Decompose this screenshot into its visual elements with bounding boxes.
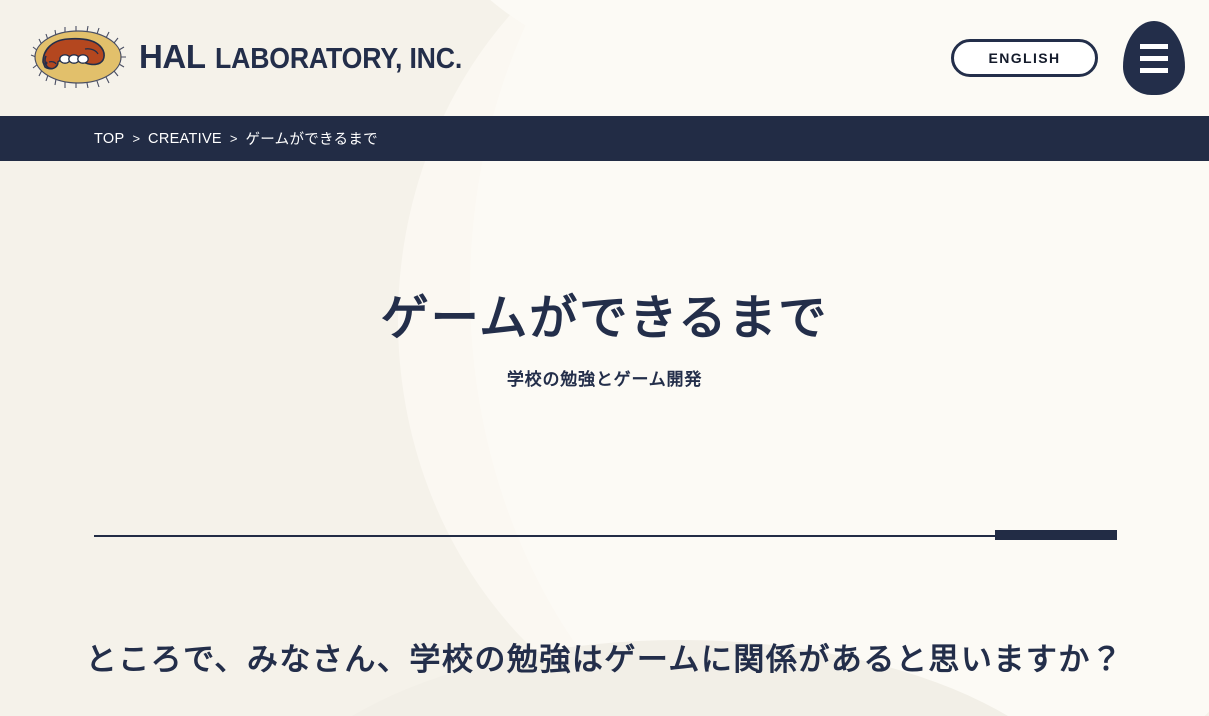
hamburger-menu-icon-bar-1 [1140,43,1168,49]
page-root: HAL LABORATORY, INC. ENGLISH TOP > CREAT… [0,0,1209,716]
divider-accent-cap [995,530,1117,540]
brand-hal-text: HAL [139,38,206,75]
hamburger-menu-icon-bar-3 [1140,67,1168,73]
page-title: ゲームができるまで [380,290,829,346]
breadcrumb-separator-icon-1: > [132,131,141,146]
brand-laboratory-text: LABORATORY, INC. [214,43,462,75]
breadcrumb-separator-icon-2: > [229,131,238,146]
hero-section: ゲームができるまで 学校の勉強とゲーム開発 [0,161,1209,561]
divider-line [94,535,1117,537]
hamburger-menu-icon-bar-2 [1140,55,1168,61]
sleeping-dog-in-nest-logo [30,26,126,88]
brand-logo-link[interactable]: HAL LABORATORY, INC. [30,26,483,88]
breadcrumb-item-creative[interactable]: CREATIVE [148,131,222,147]
page-subtitle: 学校の勉強とゲーム開発 [506,370,703,390]
lead-heading: ところで、みなさん、学校の勉強はゲームに関係があると思いますか？ [85,642,1124,678]
breadcrumb-item-current: ゲームができるまで [245,132,378,148]
language-switch-button[interactable]: ENGLISH [951,39,1098,77]
site-header: HAL LABORATORY, INC. ENGLISH [0,0,1209,116]
breadcrumb: TOP > CREATIVE > ゲームができるまで [0,116,1209,161]
section-divider [94,530,1117,542]
breadcrumb-item-top[interactable]: TOP [94,131,124,147]
brand-wordmark: HAL LABORATORY, INC. [139,40,483,74]
